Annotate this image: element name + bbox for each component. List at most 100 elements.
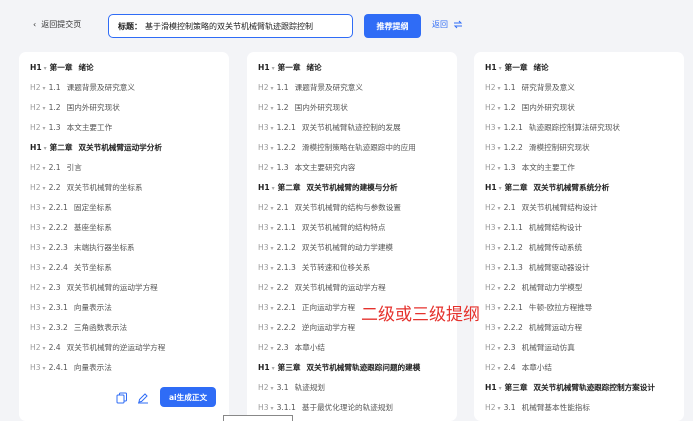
- outline-item[interactable]: H3 ▾ 2.1.2 机械臂传动系统: [474, 238, 684, 258]
- caret-down-icon[interactable]: ▾: [43, 105, 46, 112]
- caret-down-icon[interactable]: ▾: [499, 385, 502, 392]
- outline-item[interactable]: H3 ▾ 2.1.3 关节转速和位移关系: [247, 258, 457, 278]
- outline-item[interactable]: H1 ▾ 第一章 绪论: [19, 58, 229, 78]
- caret-down-icon[interactable]: ▾: [498, 145, 501, 152]
- outline-item[interactable]: H2 ▾ 1.2 国内外研究现状: [474, 98, 684, 118]
- recommend-outline-button[interactable]: 推荐提纲: [364, 14, 421, 38]
- outline-item[interactable]: H3 ▾ 1.2.1 轨迹跟踪控制算法研究现状: [474, 118, 684, 138]
- outline-item[interactable]: H2 ▾ 2.3 本章小结: [247, 338, 457, 358]
- caret-down-icon[interactable]: ▾: [498, 105, 501, 112]
- caret-down-icon[interactable]: ▾: [271, 385, 274, 392]
- caret-down-icon[interactable]: ▾: [271, 125, 274, 132]
- caret-down-icon[interactable]: ▾: [498, 305, 501, 312]
- caret-down-icon[interactable]: ▾: [43, 285, 46, 292]
- caret-down-icon[interactable]: ▾: [44, 145, 47, 152]
- caret-down-icon[interactable]: ▾: [271, 305, 274, 312]
- outline-item[interactable]: H2 ▾ 2.1 双关节机械臂结构设计: [474, 198, 684, 218]
- outline-item[interactable]: H1 ▾ 第一章 绪论: [247, 58, 457, 78]
- caret-down-icon[interactable]: ▾: [43, 185, 46, 192]
- outline-item[interactable]: H3 ▾ 2.2.1 牛顿-欧拉方程推导: [474, 298, 684, 318]
- outline-item[interactable]: H2 ▾ 2.3 双关节机械臂的运动学方程: [19, 278, 229, 298]
- caret-down-icon[interactable]: ▾: [498, 85, 501, 92]
- outline-item[interactable]: H2 ▾ 2.2 机械臂动力学模型: [474, 278, 684, 298]
- caret-down-icon[interactable]: ▾: [43, 245, 46, 252]
- outline-item[interactable]: H2 ▾ 2.2 双关节机械臂的坐标系: [19, 178, 229, 198]
- caret-down-icon[interactable]: ▾: [43, 345, 46, 352]
- outline-item[interactable]: H3 ▾ 2.2.2 机械臂运动方程: [474, 318, 684, 338]
- outline-item[interactable]: H2 ▾ 2.3 机械臂运动仿真: [474, 338, 684, 358]
- caret-down-icon[interactable]: ▾: [498, 325, 501, 332]
- outline-item[interactable]: H1 ▾ 第二章 双关节机械臂运动学分析: [19, 138, 229, 158]
- outline-item[interactable]: H3 ▾ 1.2.1 双关节机械臂轨迹控制的发展: [247, 118, 457, 138]
- caret-down-icon[interactable]: ▾: [271, 285, 274, 292]
- outline-item[interactable]: H2 ▾ 1.2 国内外研究现状: [247, 98, 457, 118]
- outline-item[interactable]: H2 ▾ 1.1 课题背景及研究意义: [247, 78, 457, 98]
- outline-item[interactable]: H3 ▾ 2.3.1 向量表示法: [19, 298, 229, 318]
- outline-item[interactable]: H2 ▾ 1.3 本文的主要工作: [474, 158, 684, 178]
- caret-down-icon[interactable]: ▾: [499, 185, 502, 192]
- outline-item[interactable]: H3 ▾ 2.2.2 基座坐标系: [19, 218, 229, 238]
- outline-item[interactable]: H2 ▾ 1.1 研究背景及意义: [474, 78, 684, 98]
- caret-down-icon[interactable]: ▾: [271, 345, 274, 352]
- caret-down-icon[interactable]: ▾: [43, 365, 46, 372]
- outline-item[interactable]: H2 ▾ 3.1 机械臂基本性能指标: [474, 398, 684, 418]
- caret-down-icon[interactable]: ▾: [498, 345, 501, 352]
- outline-item[interactable]: H2 ▾ 2.4 双关节机械臂的逆运动学方程: [19, 338, 229, 358]
- edit-icon[interactable]: [137, 392, 149, 404]
- caret-down-icon[interactable]: ▾: [43, 325, 46, 332]
- caret-down-icon[interactable]: ▾: [272, 365, 275, 372]
- outline-item[interactable]: H3 ▾ 2.1.2 双关节机械臂的动力学建模: [247, 238, 457, 258]
- caret-down-icon[interactable]: ▾: [43, 225, 46, 232]
- outline-item[interactable]: H2 ▾ 1.3 本文主要研究内容: [247, 158, 457, 178]
- caret-down-icon[interactable]: ▾: [271, 165, 274, 172]
- outline-item[interactable]: H3 ▾ 2.2.3 末端执行器坐标系: [19, 238, 229, 258]
- caret-down-icon[interactable]: ▾: [498, 405, 501, 412]
- outline-item[interactable]: H3 ▾ 2.2.1 固定坐标系: [19, 198, 229, 218]
- outline-item[interactable]: H1 ▾ 第三章 双关节机械臂轨迹跟踪问题的建模: [247, 358, 457, 378]
- outline-item[interactable]: H2 ▾ 1.3 本文主要工作: [19, 118, 229, 138]
- caret-down-icon[interactable]: ▾: [43, 205, 46, 212]
- caret-down-icon[interactable]: ▾: [271, 325, 274, 332]
- outline-item[interactable]: H1 ▾ 第二章 双关节机械臂系统分析: [474, 178, 684, 198]
- outline-item[interactable]: H1 ▾ 第二章 双关节机械臂的建模与分析: [247, 178, 457, 198]
- caret-down-icon[interactable]: ▾: [498, 165, 501, 172]
- caret-down-icon[interactable]: ▾: [271, 205, 274, 212]
- caret-down-icon[interactable]: ▾: [498, 245, 501, 252]
- outline-item[interactable]: H3 ▾ 2.3.2 三角函数表示法: [19, 318, 229, 338]
- caret-down-icon[interactable]: ▾: [43, 265, 46, 272]
- caret-down-icon[interactable]: ▾: [498, 265, 501, 272]
- caret-down-icon[interactable]: ▾: [271, 265, 274, 272]
- caret-down-icon[interactable]: ▾: [498, 125, 501, 132]
- caret-down-icon[interactable]: ▾: [43, 165, 46, 172]
- outline-item[interactable]: H2 ▾ 1.2 国内外研究现状: [19, 98, 229, 118]
- caret-down-icon[interactable]: ▾: [271, 85, 274, 92]
- caret-down-icon[interactable]: ▾: [499, 65, 502, 72]
- outline-item[interactable]: H3 ▾ 2.1.3 机械臂驱动器设计: [474, 258, 684, 278]
- caret-down-icon[interactable]: ▾: [498, 225, 501, 232]
- caret-down-icon[interactable]: ▾: [271, 405, 274, 412]
- caret-down-icon[interactable]: ▾: [43, 85, 46, 92]
- caret-down-icon[interactable]: ▾: [44, 65, 47, 72]
- outline-item[interactable]: H2 ▾ 3.1 轨迹规划: [247, 378, 457, 398]
- outline-item[interactable]: H3 ▾ 2.2.4 关节坐标系: [19, 258, 229, 278]
- caret-down-icon[interactable]: ▾: [271, 245, 274, 252]
- ai-generate-text-button[interactable]: ai生成正文: [160, 387, 216, 407]
- caret-down-icon[interactable]: ▾: [272, 185, 275, 192]
- caret-down-icon[interactable]: ▾: [43, 125, 46, 132]
- title-input[interactable]: 标题： 基于滑模控制策略的双关节机械臂轨迹跟踪控制: [108, 14, 353, 38]
- caret-down-icon[interactable]: ▾: [272, 65, 275, 72]
- outline-item[interactable]: H2 ▾ 2.1 双关节机械臂的结构与参数设置: [247, 198, 457, 218]
- outline-item[interactable]: H3 ▾ 2.1.1 双关节机械臂的结构特点: [247, 218, 457, 238]
- outline-item[interactable]: H3 ▾ 1.2.2 滑模控制策略在轨迹跟踪中的应用: [247, 138, 457, 158]
- caret-down-icon[interactable]: ▾: [498, 365, 501, 372]
- outline-item[interactable]: H2 ▾ 2.2 双关节机械臂的运动学方程: [247, 278, 457, 298]
- outline-item[interactable]: H2 ▾ 1.1 课题背景及研究意义: [19, 78, 229, 98]
- outline-item[interactable]: H3 ▾ 2.1.1 机械臂结构设计: [474, 218, 684, 238]
- caret-down-icon[interactable]: ▾: [498, 285, 501, 292]
- outline-item[interactable]: H3 ▾ 2.4.1 向量表示法: [19, 358, 229, 378]
- outline-item[interactable]: H2 ▾ 2.4 本章小结: [474, 358, 684, 378]
- copy-icon[interactable]: [116, 392, 128, 404]
- caret-down-icon[interactable]: ▾: [43, 305, 46, 312]
- outline-item[interactable]: H2 ▾ 2.1 引言: [19, 158, 229, 178]
- outline-item[interactable]: H1 ▾ 第三章 双关节机械臂轨迹跟踪控制方案设计: [474, 378, 684, 398]
